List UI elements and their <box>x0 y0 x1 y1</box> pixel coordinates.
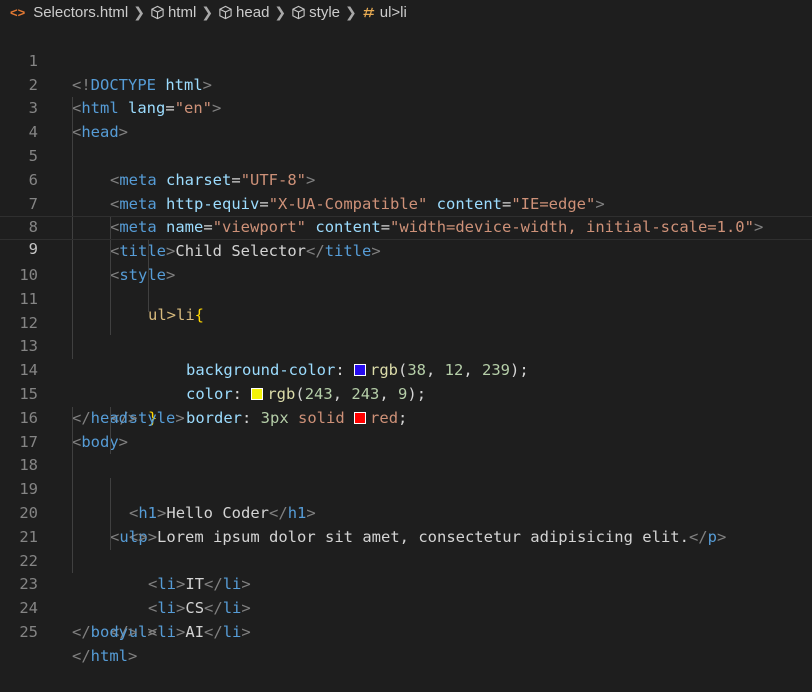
chevron-right-icon: ❯ <box>345 3 357 20</box>
breadcrumb-item-label: ul>li <box>379 3 407 21</box>
indent-guide <box>72 430 73 455</box>
breadcrumb-file[interactable]: <> Selectors.html <box>10 4 128 21</box>
indent-guide <box>72 287 73 312</box>
css-selector-icon <box>362 5 377 20</box>
indent-guide <box>110 478 111 502</box>
code-line: 15 </head> <box>0 359 812 427</box>
indent-guide <box>72 406 73 431</box>
breadcrumb-file-label: Selectors.html <box>33 3 129 21</box>
indent-guide <box>72 144 73 169</box>
indent-guide <box>110 406 111 431</box>
code-line: 5 <meta http-equiv="X-UA-Compatible" con… <box>0 121 812 213</box>
indent-guide <box>110 430 111 455</box>
indent-guide <box>148 240 149 264</box>
code-editor[interactable]: 1 <!DOCTYPE html> 2 <html lang="en"> 3 <… <box>0 26 812 665</box>
indent-guide <box>72 478 73 502</box>
code-line: 2 <html lang="en"> <box>0 50 812 118</box>
indent-guide <box>148 287 149 312</box>
code-token: li <box>222 622 242 641</box>
indent-guide <box>72 217 73 240</box>
indent-guide <box>72 121 73 145</box>
code-line: 25 </html> <box>0 597 812 665</box>
code-line: 16 <body> <box>0 383 812 451</box>
breadcrumb-item-style[interactable]: style <box>291 4 340 21</box>
code-line: 21 <li>CS</li> <box>0 501 812 617</box>
code-line: 4 <meta charset="UTF-8"> <box>0 97 812 189</box>
cube-icon <box>291 5 306 20</box>
indent-guide <box>72 549 73 574</box>
code-token: AI <box>185 622 205 641</box>
breadcrumb-item-label: html <box>167 3 197 21</box>
indent-guide <box>110 501 111 526</box>
code-line: 7 <title>Child Selector</title> <box>0 168 812 260</box>
code-line: 22 <li>AI</li> <box>0 525 812 641</box>
indent-guide <box>110 263 111 288</box>
code-line: 24 </body> <box>0 573 812 641</box>
breadcrumb: <> Selectors.html ❯ html ❯ head ❯ style … <box>0 0 812 24</box>
indent-guide <box>72 240 73 264</box>
indent-guide <box>110 287 111 312</box>
code-line: 17 <h1>Hello Coder</h1> <box>0 406 812 522</box>
code-line: 8 <style> <box>0 192 812 284</box>
indent-guide <box>72 168 73 193</box>
code-line: 20 <li>IT</li> <box>0 478 812 593</box>
code-token: html <box>90 646 128 665</box>
code-line-active: 9 ul>li{ <box>0 216 812 324</box>
indent-guide <box>72 454 73 479</box>
indent-guide <box>72 263 73 288</box>
indent-guide <box>72 335 73 360</box>
chevron-right-icon: ❯ <box>274 3 287 20</box>
indent-guide <box>110 240 111 264</box>
indent-guide <box>148 263 149 288</box>
breadcrumb-item-html[interactable]: html <box>150 4 196 21</box>
line-number: 25 <box>19 622 38 641</box>
code-line: 13 } <box>0 311 812 427</box>
indent-guide <box>72 311 73 336</box>
code-line: 6 <meta name="viewport" content="width=d… <box>0 144 812 236</box>
indent-guide <box>72 97 73 122</box>
code-line: 19 <ul> <box>0 454 812 546</box>
code-line: 1 <!DOCTYPE html> <box>0 26 812 94</box>
indent-guide <box>72 192 73 217</box>
code-line: 10 background-color: rgb(38, 12, 239); <box>0 240 812 379</box>
indent-guide <box>110 217 111 240</box>
cube-icon <box>150 5 165 20</box>
code-token: body <box>90 622 128 641</box>
breadcrumb-item-label: head <box>236 3 270 21</box>
chevron-right-icon: ❯ <box>201 3 214 20</box>
breadcrumb-item-ul-li[interactable]: ul>li <box>362 4 407 21</box>
cube-icon <box>218 5 233 20</box>
indent-guide <box>110 311 111 336</box>
indent-guide <box>110 525 111 550</box>
indent-guide <box>72 525 73 550</box>
code-line: 3 <head> <box>0 74 812 141</box>
code-line: 14 </style> <box>0 335 812 427</box>
code-line: 18 <p>Lorem ipsum dolor sit amet, consec… <box>0 430 812 546</box>
indent-guide <box>72 501 73 526</box>
chevron-right-icon: ❯ <box>133 3 145 20</box>
breadcrumb-item-head[interactable]: head <box>218 4 269 21</box>
breadcrumb-item-label: style <box>309 3 340 21</box>
html-file-icon: <> <box>10 4 26 20</box>
code-line: 11 color: rgb(243, 243, 9); <box>0 263 812 403</box>
code-token: li <box>157 622 177 641</box>
code-line: 23 </ul> <box>0 549 812 641</box>
code-line: 12 border: 3px solid red; <box>0 287 812 427</box>
